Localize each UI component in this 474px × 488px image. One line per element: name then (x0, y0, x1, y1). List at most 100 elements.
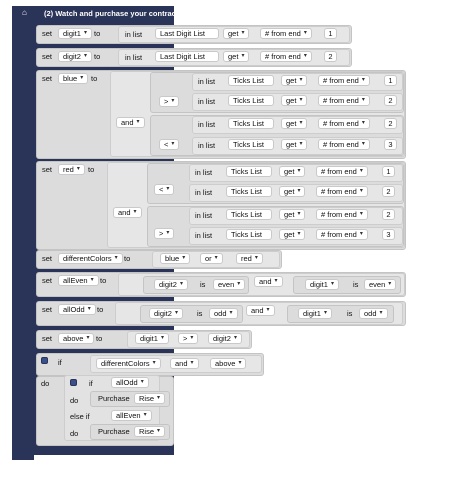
from-end-dropdown[interactable]: # from end ▾ (260, 51, 312, 62)
number-input[interactable]: 3 (384, 139, 397, 150)
parity-dropdown-odd[interactable]: odd ▾ (359, 308, 388, 319)
parity-dropdown-even[interactable]: even ▾ (213, 279, 246, 290)
and-dropdown[interactable]: and ▾ (170, 358, 199, 369)
var-dropdown-digit1[interactable]: digit1 ▾ (305, 279, 339, 290)
is-label: is (200, 280, 206, 289)
list-var-ticks-list[interactable]: Ticks List (228, 75, 274, 86)
from-end-dropdown[interactable]: # from end ▾ (318, 75, 370, 86)
var-dropdown-alleven[interactable]: allEven ▾ (111, 410, 152, 421)
get-dropdown[interactable]: get ▾ (281, 75, 308, 86)
list-var-last-digit-list[interactable]: Last Digit List (155, 51, 219, 62)
gear-icon[interactable] (41, 357, 48, 364)
var-dropdown-red[interactable]: red ▾ (58, 164, 85, 175)
or-dropdown[interactable]: or ▾ (200, 253, 223, 264)
and-dropdown[interactable]: and ▾ (246, 305, 275, 316)
compare-op-dropdown[interactable]: < ▾ (159, 139, 180, 150)
get-dropdown[interactable]: get ▾ (279, 186, 306, 197)
in-list-label: in list (198, 97, 216, 106)
number-input[interactable]: 1 (384, 75, 397, 86)
compare-op-dropdown[interactable]: > ▾ (159, 96, 180, 107)
get-dropdown[interactable]: get ▾ (223, 28, 250, 39)
number-input[interactable]: 1 (324, 28, 337, 39)
from-end-dropdown[interactable]: # from end ▾ (318, 118, 370, 129)
var-dropdown-blue[interactable]: blue ▾ (160, 253, 191, 264)
number-input[interactable]: 2 (382, 186, 395, 197)
is-label: is (197, 309, 203, 318)
number-input[interactable]: 1 (382, 166, 395, 177)
and-dropdown[interactable]: and ▾ (254, 276, 283, 287)
from-end-dropdown[interactable]: # from end ▾ (260, 28, 312, 39)
block-title: (2) Watch and purchase your contract (44, 9, 179, 18)
var-dropdown-allodd[interactable]: allOdd ▾ (58, 304, 96, 315)
and-dropdown[interactable]: and ▾ (116, 117, 145, 128)
is-label: is (347, 309, 353, 318)
get-dropdown[interactable]: get ▾ (279, 229, 306, 240)
var-dropdown-digit1[interactable]: digit1 ▾ (58, 28, 92, 39)
var-dropdown-digit2[interactable]: digit2 ▾ (154, 279, 188, 290)
set-label: set (42, 305, 53, 314)
parity-dropdown-even[interactable]: even ▾ (364, 279, 397, 290)
gear-icon[interactable] (70, 379, 77, 386)
compare-op-dropdown[interactable]: < ▾ (154, 184, 175, 195)
var-dropdown-digit1[interactable]: digit1 ▾ (298, 308, 332, 319)
number-input[interactable]: 2 (324, 51, 337, 62)
list-var-ticks-list[interactable]: Ticks List (228, 118, 274, 129)
to-label: to (88, 165, 95, 174)
var-dropdown-above[interactable]: above ▾ (210, 358, 247, 369)
number-input[interactable]: 2 (384, 118, 397, 129)
var-dropdown-differentcolors[interactable]: differentColors ▾ (58, 253, 123, 264)
get-dropdown[interactable]: get ▾ (281, 118, 308, 129)
var-dropdown-red[interactable]: red ▾ (236, 253, 263, 264)
get-dropdown[interactable]: get ▾ (281, 95, 308, 106)
parity-dropdown-odd[interactable]: odd ▾ (209, 308, 238, 319)
list-var-ticks-list[interactable]: Ticks List (226, 229, 272, 240)
to-label: to (94, 29, 101, 38)
set-label: set (42, 165, 53, 174)
var-dropdown-blue[interactable]: blue ▾ (58, 73, 89, 84)
var-dropdown-differentcolors[interactable]: differentColors ▾ (96, 358, 161, 369)
in-list-label: in list (195, 188, 213, 197)
in-list-label: in list (125, 30, 143, 39)
var-dropdown-above[interactable]: above ▾ (58, 333, 95, 344)
list-var-ticks-list[interactable]: Ticks List (226, 186, 272, 197)
get-dropdown[interactable]: get ▾ (279, 166, 306, 177)
number-input[interactable]: 2 (384, 95, 397, 106)
in-list-label: in list (195, 231, 213, 240)
get-dropdown[interactable]: get ▾ (279, 209, 306, 220)
get-dropdown[interactable]: get ▾ (281, 139, 308, 150)
compare-op-dropdown[interactable]: > ▾ (154, 228, 175, 239)
from-end-dropdown[interactable]: # from end ▾ (316, 186, 368, 197)
var-dropdown-digit2[interactable]: digit2 ▾ (149, 308, 183, 319)
from-end-dropdown[interactable]: # from end ▾ (318, 139, 370, 150)
var-dropdown-digit2[interactable]: digit2 ▾ (208, 333, 242, 344)
in-list-label: in list (195, 211, 213, 220)
number-input[interactable]: 2 (382, 209, 395, 220)
get-dropdown[interactable]: get ▾ (223, 51, 250, 62)
set-label: set (42, 29, 53, 38)
contract-type-dropdown[interactable]: Rise ▾ (134, 426, 166, 437)
to-label: to (96, 334, 103, 343)
if-label: if (89, 379, 93, 388)
compare-op-dropdown[interactable]: > ▾ (178, 333, 199, 344)
var-dropdown-digit2[interactable]: digit2 ▾ (58, 51, 92, 62)
from-end-dropdown[interactable]: # from end ▾ (316, 209, 368, 220)
block-frame-gap (34, 455, 174, 461)
from-end-dropdown[interactable]: # from end ▾ (316, 229, 368, 240)
number-input[interactable]: 3 (382, 229, 395, 240)
from-end-dropdown[interactable]: # from end ▾ (318, 95, 370, 106)
in-list-label: in list (198, 120, 216, 129)
var-dropdown-alleven[interactable]: allEven ▾ (58, 275, 99, 286)
list-var-ticks-list[interactable]: Ticks List (226, 209, 272, 220)
set-label: set (42, 276, 53, 285)
in-list-label: in list (198, 77, 216, 86)
and-dropdown[interactable]: and ▾ (113, 207, 142, 218)
list-var-ticks-list[interactable]: Ticks List (226, 166, 272, 177)
from-end-dropdown[interactable]: # from end ▾ (316, 166, 368, 177)
list-var-last-digit-list[interactable]: Last Digit List (155, 28, 219, 39)
list-var-ticks-list[interactable]: Ticks List (228, 139, 274, 150)
var-dropdown-digit1[interactable]: digit1 ▾ (135, 333, 169, 344)
list-var-ticks-list[interactable]: Ticks List (228, 95, 274, 106)
contract-type-dropdown[interactable]: Rise ▾ (134, 393, 166, 404)
var-dropdown-allodd[interactable]: allOdd ▾ (111, 377, 149, 388)
collapse-chevron-icon[interactable]: ⌂ (22, 8, 27, 17)
